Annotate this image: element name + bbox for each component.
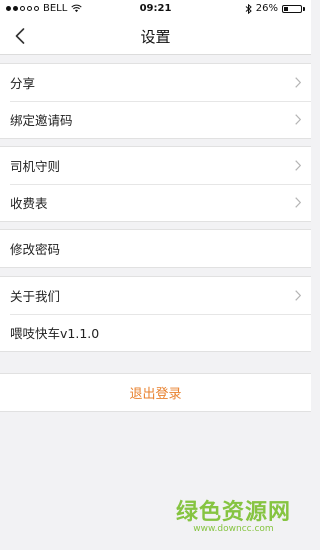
app-version-label: 喂吱快车v1.1.0 [10, 326, 100, 341]
settings-row-label: 绑定邀请码 [10, 113, 73, 128]
settings-row-change-password[interactable]: 修改密码 [0, 230, 311, 267]
settings-group-password: 修改密码 [0, 229, 311, 268]
settings-group-about: 关于我们 喂吱快车v1.1.0 [0, 276, 311, 352]
page-title: 设置 [140, 28, 171, 46]
chevron-right-icon [295, 77, 301, 88]
settings-row-app-version: 喂吱快车v1.1.0 [0, 314, 311, 351]
status-bar: BELL 09:21 26% [0, 0, 311, 18]
battery-percent: 26% [255, 3, 278, 14]
settings-row-fee-schedule[interactable]: 收费表 [0, 184, 311, 221]
status-right: 26% [245, 3, 305, 14]
settings-group-share: 分享 绑定邀请码 [0, 63, 311, 139]
settings-row-about-us[interactable]: 关于我们 [0, 277, 311, 314]
navigation-bar: 设置 [0, 18, 311, 55]
logout-button[interactable]: 退出登录 [0, 373, 311, 412]
battery-icon [282, 4, 302, 13]
logout-label: 退出登录 [129, 387, 182, 402]
battery-fill [284, 6, 289, 11]
settings-row-share[interactable]: 分享 [0, 64, 311, 101]
chevron-right-icon [295, 197, 301, 208]
watermark: 绿色资源网 www.downcc.com [176, 494, 291, 534]
settings-row-label: 分享 [10, 76, 36, 91]
settings-row-label: 收费表 [10, 196, 48, 211]
chevron-right-icon [295, 114, 301, 125]
settings-group-rules: 司机守则 收费表 [0, 146, 311, 222]
chevron-right-icon [295, 290, 301, 301]
chevron-right-icon [295, 160, 301, 171]
settings-row-label: 司机守则 [10, 159, 61, 174]
battery-tip [303, 6, 305, 11]
watermark-title: 绿色资源网 [175, 500, 291, 525]
settings-row-label: 关于我们 [10, 289, 61, 304]
settings-row-bind-invite-code[interactable]: 绑定邀请码 [0, 101, 311, 138]
settings-row-driver-rules[interactable]: 司机守则 [0, 147, 311, 184]
bluetooth-icon [245, 3, 252, 14]
settings-row-label: 修改密码 [10, 242, 61, 257]
